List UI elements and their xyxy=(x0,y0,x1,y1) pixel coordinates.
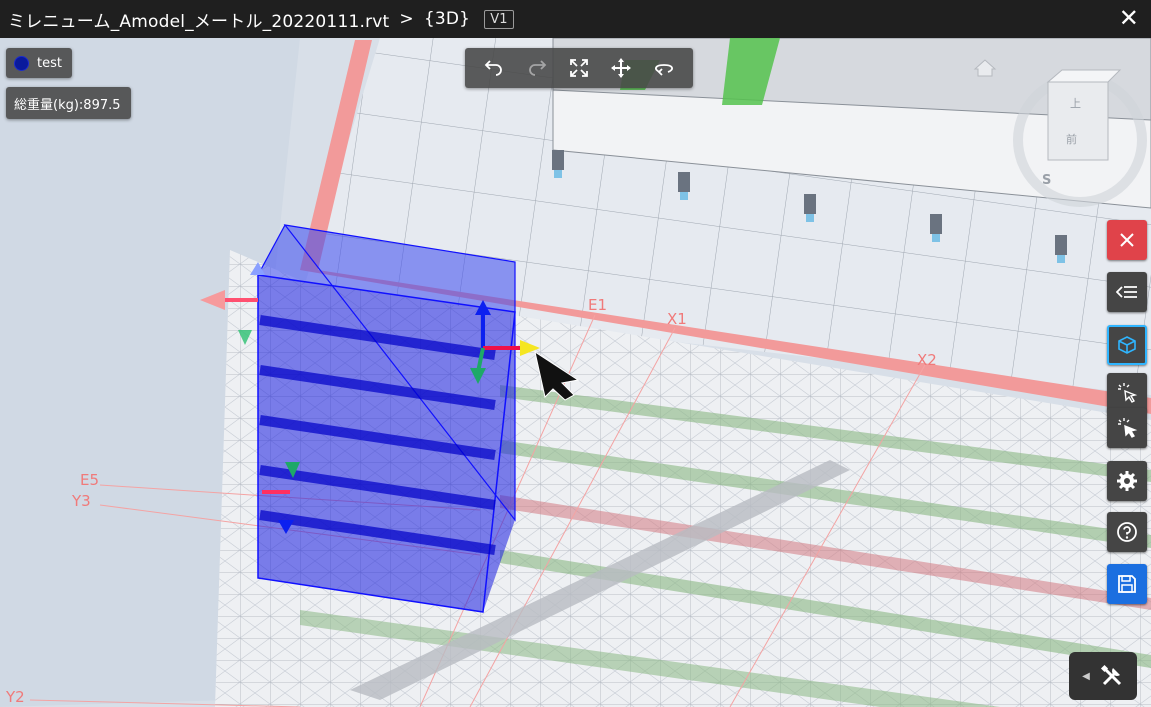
view-cube-compass-label: S xyxy=(1042,173,1052,188)
tools-icon xyxy=(1100,664,1121,686)
grid-label-x1: X1 xyxy=(667,310,687,328)
view-cube-top-label: 上 xyxy=(1070,97,1081,110)
total-weight-display: 総重量(kg):897.5 xyxy=(6,87,131,119)
breadcrumb-separator: > xyxy=(399,9,414,29)
fit-view-icon xyxy=(570,59,588,77)
floppy-disk-icon xyxy=(1118,575,1136,593)
view-cube-front-label: 前 xyxy=(1066,133,1077,146)
redo-button[interactable] xyxy=(522,53,552,83)
collapse-panel-button[interactable] xyxy=(1107,272,1147,312)
select-button[interactable] xyxy=(1107,373,1147,413)
view-name: {3D} xyxy=(423,9,471,29)
close-window-button[interactable]: ✕ xyxy=(1119,4,1139,32)
cube-mode-button[interactable] xyxy=(1107,325,1147,365)
gear-icon xyxy=(1117,471,1137,491)
view-toolbar xyxy=(465,48,693,88)
selected-element-box[interactable] xyxy=(257,224,516,613)
title-bar: ミレニューム_Amodel_メートル_20220111.rvt > {3D} V… xyxy=(0,0,1151,38)
save-button[interactable] xyxy=(1107,564,1147,604)
grid-label-y2: Y2 xyxy=(6,688,25,706)
pointer-select-icon xyxy=(1118,383,1138,403)
close-panel-button[interactable] xyxy=(1107,220,1147,260)
multi-select-button[interactable] xyxy=(1107,408,1147,448)
pointer-multi-select-icon xyxy=(1118,418,1138,438)
help-button[interactable] xyxy=(1107,512,1147,552)
undo-button[interactable] xyxy=(479,53,509,83)
tools-menu-button[interactable]: ◀ xyxy=(1069,652,1137,700)
orbit-icon xyxy=(654,64,673,76)
model-scene[interactable] xyxy=(0,38,1151,707)
collapse-list-icon xyxy=(1116,286,1137,298)
fit-view-button[interactable] xyxy=(564,53,594,83)
cube-icon xyxy=(1118,336,1136,354)
undo-icon xyxy=(484,60,503,76)
chevron-left-icon: ◀ xyxy=(1082,670,1090,682)
pan-button[interactable] xyxy=(606,53,636,83)
grid-label-x2: X2 xyxy=(917,351,937,369)
close-icon xyxy=(1120,233,1134,247)
3d-viewport[interactable]: 上 前 S E1 X1 X2 E5 Y3 Y2 xyxy=(0,38,1151,707)
grid-label-e5: E5 xyxy=(80,471,100,489)
orbit-button[interactable] xyxy=(649,53,679,83)
redo-icon xyxy=(528,60,546,76)
total-weight-text: 総重量(kg):897.5 xyxy=(14,97,121,113)
version-badge: V1 xyxy=(484,9,514,29)
grid-label-y3: Y3 xyxy=(72,492,91,510)
legend-label: test xyxy=(37,55,62,71)
legend-color-dot xyxy=(14,55,29,71)
pan-icon xyxy=(611,58,632,78)
grid-label-e1: E1 xyxy=(588,296,608,314)
file-name: ミレニューム_Amodel_メートル_20220111.rvt xyxy=(8,11,390,32)
settings-button[interactable] xyxy=(1107,461,1147,501)
legend-chip[interactable]: test xyxy=(6,48,72,78)
help-icon xyxy=(1117,522,1137,542)
